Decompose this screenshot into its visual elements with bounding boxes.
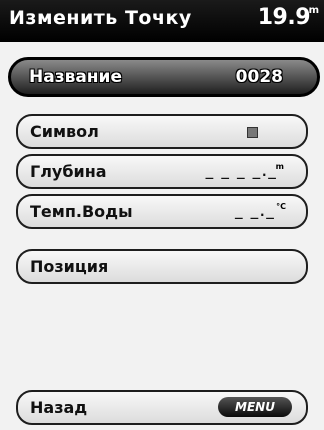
square-symbol-icon <box>247 127 258 138</box>
menu-item-name[interactable]: Название 0028 <box>8 57 320 97</box>
menu-item-depth[interactable]: Глубина _ _ _ _._ m <box>16 154 308 189</box>
menu-item-water-temp[interactable]: Темп.Воды _ _._ °C <box>16 194 308 229</box>
depth-unit: m <box>308 5 319 16</box>
depth-value: _ _ _ _._ <box>205 165 276 180</box>
menu-item-symbol[interactable]: Символ <box>16 114 308 149</box>
menu-item-label: Позиция <box>30 257 109 276</box>
depth-value-unit: m <box>275 162 284 171</box>
water-temp-value: _ _._ <box>234 205 274 220</box>
water-temp-unit: °C <box>276 202 286 211</box>
edit-waypoint-screen: Изменить Точку 19.9 m Название 0028 Симв… <box>0 0 324 430</box>
menu-item-label: Название <box>29 67 122 87</box>
back-label: Назад <box>30 398 88 417</box>
page-title: Изменить Точку <box>9 7 192 29</box>
menu-key-badge: MENU <box>218 397 292 417</box>
title-bar: Изменить Точку 19.9 m <box>0 0 324 42</box>
waypoint-name-value: 0028 <box>235 67 283 87</box>
menu-list: Название 0028 Символ Глубина _ _ _ _._ m… <box>0 42 324 430</box>
menu-item-label: Символ <box>30 122 99 141</box>
menu-item-label: Глубина <box>30 162 107 181</box>
menu-item-position[interactable]: Позиция <box>16 249 308 284</box>
menu-item-label: Темп.Воды <box>30 202 133 221</box>
back-button[interactable]: Назад MENU <box>16 390 308 425</box>
depth-readout: 19.9 <box>257 5 311 30</box>
